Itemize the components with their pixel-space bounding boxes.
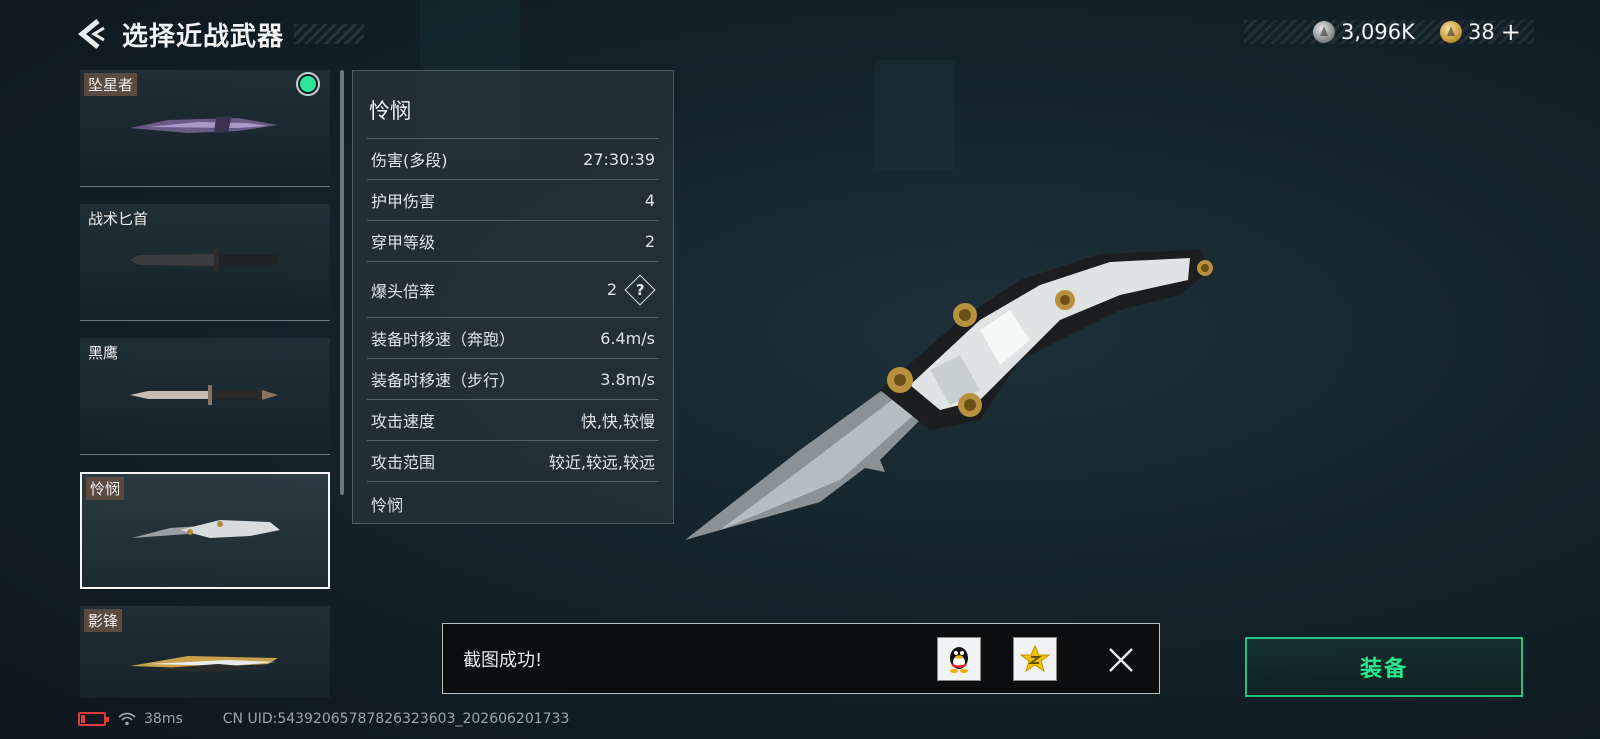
currency-gold: 38 +	[1440, 18, 1521, 46]
knife-image	[132, 520, 280, 538]
stat-label: 穿甲等级	[371, 233, 436, 252]
weapon-card-label: 黑鹰	[88, 344, 119, 362]
stat-label: 伤害(多段)	[371, 151, 448, 170]
weapon-card[interactable]: 影锋	[80, 606, 330, 698]
screenshot-toast: 截图成功!	[442, 623, 1160, 694]
knife-image	[130, 656, 278, 672]
equip-button-label: 装备	[1359, 657, 1408, 682]
stat-value: 6.4m/s	[600, 328, 655, 348]
ping-value: 38ms	[144, 711, 183, 727]
stat-value: 2	[644, 231, 655, 251]
wifi-icon	[118, 712, 136, 726]
help-icon[interactable]: ?	[624, 273, 656, 306]
add-currency-button[interactable]: +	[1501, 18, 1521, 46]
weapon-card-label: 战术匕首	[88, 210, 149, 228]
stat-value: 较近,较远,较远	[548, 453, 655, 472]
stat-label: 护甲伤害	[371, 192, 436, 211]
qq-icon	[950, 647, 968, 673]
weapon-card[interactable]: 坠星者	[80, 70, 330, 187]
card-divider	[80, 186, 330, 187]
toast-close-button[interactable]	[1107, 646, 1135, 674]
help-symbol: ?	[635, 280, 645, 299]
stat-value: 4	[644, 190, 655, 210]
stat-label: 装备时移速（奔跑）	[371, 330, 516, 349]
stat-row: 护甲伤害 4	[367, 179, 659, 220]
stat-row: 装备时移速（步行） 3.8m/s	[367, 358, 659, 399]
stat-label: 装备时移速（步行）	[371, 371, 516, 390]
card-divider	[80, 454, 330, 455]
stat-row: 伤害(多段) 27:30:39	[367, 138, 659, 179]
back-arrow-icon	[78, 19, 105, 49]
currency-gold-value: 38	[1468, 20, 1495, 44]
card-divider	[80, 320, 330, 321]
stat-row: 爆头倍率 2 ?	[367, 261, 659, 317]
gold-coin-icon	[1440, 21, 1462, 43]
toast-message: 截图成功!	[463, 650, 543, 671]
stat-label: 攻击范围	[371, 453, 436, 472]
weapon-card-selected[interactable]: 怜悯	[80, 472, 330, 589]
weapon-description: 怜悯	[367, 481, 659, 525]
weapon-stats-panel: 怜悯 伤害(多段) 27:30:39 护甲伤害 4 穿甲等级 2 爆头倍率 2 …	[352, 70, 674, 524]
stat-row: 攻击速度 快,快,较慢	[367, 399, 659, 440]
weapon-card-label: 影锋	[84, 609, 123, 632]
share-qq-button[interactable]	[937, 637, 981, 681]
knife-image	[130, 248, 278, 272]
stat-value-text: 2	[606, 280, 617, 299]
currency-silver-value: 3,096K	[1341, 20, 1415, 44]
stat-row: 装备时移速（奔跑） 6.4m/s	[367, 317, 659, 358]
stat-label: 攻击速度	[371, 412, 436, 431]
stat-row: 穿甲等级 2	[367, 220, 659, 261]
weapon-card[interactable]: 战术匕首	[80, 204, 330, 321]
status-bar: 38ms CN UID:54392065787826323603_2026062…	[78, 710, 569, 728]
stat-value: 27:30:39	[583, 149, 655, 169]
currency-silver: 3,096K	[1313, 19, 1415, 45]
weapon-list-scrollbar[interactable]	[340, 70, 344, 495]
background-structure	[875, 60, 955, 170]
stat-label: 爆头倍率	[371, 281, 436, 301]
weapon-name: 怜悯	[369, 99, 411, 123]
equipped-indicator-icon	[300, 76, 316, 92]
share-qzone-button[interactable]	[1013, 637, 1057, 681]
title-decoration	[294, 24, 364, 44]
page-title: 选择近战武器	[122, 22, 285, 52]
weapon-list[interactable]: 坠星者 战术匕首 黑鹰 怜悯 影锋	[80, 70, 330, 698]
stat-row: 攻击范围 较近,较远,较远	[367, 440, 659, 481]
stat-value: 快,快,较慢	[580, 412, 655, 431]
stat-value: 3.8m/s	[600, 369, 655, 389]
stat-value: 2 ?	[606, 273, 656, 306]
close-icon	[1109, 648, 1133, 672]
weapon-card-label: 坠星者	[84, 73, 138, 96]
weapon-preview-image	[685, 250, 1213, 540]
weapon-card[interactable]: 黑鹰	[80, 338, 330, 455]
back-button[interactable]	[76, 18, 106, 50]
silver-coin-icon	[1313, 21, 1335, 43]
stats-table: 伤害(多段) 27:30:39 护甲伤害 4 穿甲等级 2 爆头倍率 2 ? 装…	[367, 138, 659, 525]
knife-image	[130, 385, 278, 405]
battery-low-icon	[78, 712, 109, 726]
qzone-icon	[1020, 644, 1050, 673]
equip-button[interactable]: 装备	[1245, 637, 1523, 697]
weapon-card-label: 怜悯	[86, 477, 125, 500]
user-uid: CN UID:54392065787826323603_202606201733	[222, 711, 570, 727]
knife-image	[130, 116, 278, 133]
